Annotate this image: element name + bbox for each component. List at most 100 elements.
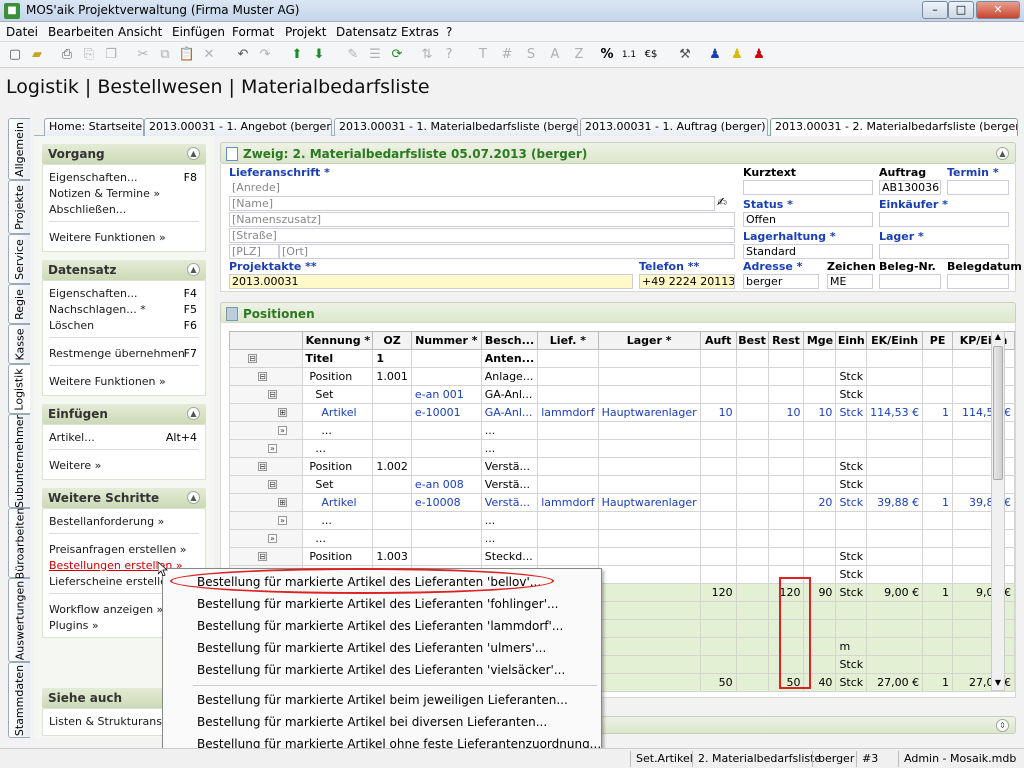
cell-nummer[interactable] (410, 367, 482, 386)
cell-auft[interactable] (699, 529, 737, 548)
cell-einh[interactable] (835, 421, 868, 440)
menu-bearbeiten[interactable]: Bearbeiten (48, 25, 114, 39)
cell-ek[interactable] (866, 637, 924, 656)
link-weitere-funktionen[interactable]: Weitere Funktionen » (49, 231, 166, 244)
collapse-icon[interactable]: ▲ (187, 407, 200, 420)
collapse-icon[interactable]: ▲ (996, 147, 1009, 160)
vtab-allgemein[interactable]: Allgemein (8, 118, 30, 180)
status-field[interactable]: Offen (743, 212, 873, 227)
table-row[interactable]: ⊟ Set e-an 001 GA-Anl... Stck (228, 385, 1015, 404)
cell-besch[interactable]: ... (480, 529, 539, 548)
cell-kp[interactable] (952, 529, 1015, 548)
cell-lief[interactable]: lammdorf (537, 493, 599, 512)
edit-icon[interactable]: ✎ (344, 46, 362, 64)
cell-kp[interactable] (952, 547, 1015, 566)
cell-einh[interactable] (835, 439, 868, 458)
einkaeufer-field[interactable] (879, 212, 1009, 227)
tab-auftrag[interactable]: 2013.00031 - 1. Auftrag (berger)✕ (580, 118, 768, 136)
cell-lief[interactable] (537, 475, 599, 494)
cell-rest[interactable] (767, 511, 805, 530)
cell-nummer[interactable]: e-an 001 (410, 385, 482, 404)
cell-ek[interactable] (866, 385, 924, 404)
cell-best[interactable] (735, 439, 769, 458)
move-down-icon[interactable]: ⬇ (310, 46, 328, 64)
table-row[interactable]: ⊞ Artikel e-10008 Verstä... lammdorf Hauptwar… (228, 493, 1015, 512)
cell-oz[interactable] (372, 475, 412, 494)
cell-best[interactable] (735, 493, 769, 512)
cell-rest[interactable] (767, 421, 805, 440)
cell-besch[interactable]: ... (480, 421, 539, 440)
cell-lief[interactable] (537, 511, 599, 530)
cell-einh[interactable] (835, 619, 868, 638)
cell-ek[interactable]: 27,00 € (866, 673, 924, 692)
expand-icon[interactable]: ⇕ (996, 719, 1009, 732)
cell-kp[interactable] (952, 475, 1015, 494)
zeichen-field[interactable]: ME (827, 274, 873, 289)
termin-field[interactable] (947, 180, 1009, 195)
cell-best[interactable] (735, 601, 769, 620)
cell-lager[interactable]: Hauptwarenlager (597, 493, 701, 512)
menu-item-ulmers[interactable]: Bestellung für markierte Artikel des Lie… (197, 641, 546, 655)
cell-kp[interactable]: 114,53 € (952, 403, 1015, 422)
cell-auft[interactable] (699, 511, 737, 530)
tree-cell[interactable]: ⊟ (228, 475, 304, 494)
tree-cell[interactable]: ⊞ (228, 493, 304, 512)
cell-rest[interactable] (767, 475, 805, 494)
cell-kennung[interactable]: ... (302, 439, 374, 458)
user-yellow-icon[interactable]: ♟ (728, 46, 746, 64)
cell-pe[interactable] (922, 637, 954, 656)
adresse-field[interactable]: berger (743, 274, 819, 289)
collapse-node-icon[interactable]: ⊟ (258, 372, 267, 381)
cell-lager[interactable] (597, 457, 701, 476)
cell-besch[interactable]: GA-Anl... (480, 385, 539, 404)
menu-item-vielsaecker[interactable]: Bestellung für markierte Artikel des Lie… (197, 663, 565, 677)
menu-item-fohlinger[interactable]: Bestellung für markierte Artikel des Lie… (197, 597, 558, 611)
cell-einh[interactable]: Stck (835, 493, 868, 512)
link-weitere[interactable]: Weitere » (49, 459, 101, 472)
cell-lief[interactable] (537, 529, 599, 548)
cell-kp[interactable] (952, 637, 1015, 656)
menu-help[interactable]: ? (446, 25, 452, 39)
cell-lager[interactable] (597, 421, 701, 440)
cell-ek[interactable] (866, 421, 924, 440)
cell-ek[interactable]: 114,53 € (866, 403, 924, 422)
cell-best[interactable] (735, 547, 769, 566)
text-format-icon[interactable]: T (474, 46, 492, 64)
cell-rest[interactable] (767, 529, 805, 548)
cell-nummer[interactable] (410, 439, 482, 458)
cell-pe[interactable] (922, 475, 954, 494)
tree-cell[interactable]: ⊟ (228, 367, 304, 386)
collapse-node-icon[interactable]: ⊟ (268, 480, 277, 489)
list-icon[interactable]: ☰ (366, 46, 384, 64)
cell-kp[interactable]: 27,00 € (952, 673, 1015, 692)
cell-best[interactable] (735, 385, 769, 404)
cell-lager[interactable] (597, 601, 701, 620)
a-format-icon[interactable]: A (546, 46, 564, 64)
cell-lief[interactable] (537, 457, 599, 476)
cell-lager[interactable] (597, 529, 701, 548)
cell-nummer[interactable]: e-10008 (410, 493, 482, 512)
number-format-icon[interactable]: # (498, 46, 516, 64)
cell-lief[interactable] (537, 547, 599, 566)
cell-pe[interactable] (922, 367, 954, 386)
cell-oz[interactable] (372, 439, 412, 458)
column-header[interactable]: Lager * (597, 331, 701, 350)
cell-best[interactable] (735, 565, 769, 584)
cell-kp[interactable] (952, 385, 1015, 404)
cell-kennung[interactable]: Artikel (302, 403, 374, 422)
cell-lief[interactable]: lammdorf (537, 403, 599, 422)
cell-auft[interactable] (699, 637, 737, 656)
tab-startseite[interactable]: Home: Startseite (44, 118, 144, 136)
cell-oz[interactable]: 1 (372, 349, 412, 368)
cell-einh[interactable]: m (835, 637, 868, 656)
currency-icon[interactable]: €$ (642, 46, 660, 64)
cell-auft[interactable] (699, 547, 737, 566)
cell-lief[interactable] (537, 439, 599, 458)
cell-besch[interactable]: GA-Anl... (480, 403, 539, 422)
cell-kennung[interactable]: Position (302, 457, 374, 476)
cell-kennung[interactable]: ... (302, 529, 374, 548)
print-preview-icon[interactable]: ⎘ (80, 46, 98, 64)
cell-besch[interactable]: Anlage... (480, 367, 539, 386)
copy-doc-icon[interactable]: ❐ (102, 46, 120, 64)
cell-auft[interactable] (699, 421, 737, 440)
